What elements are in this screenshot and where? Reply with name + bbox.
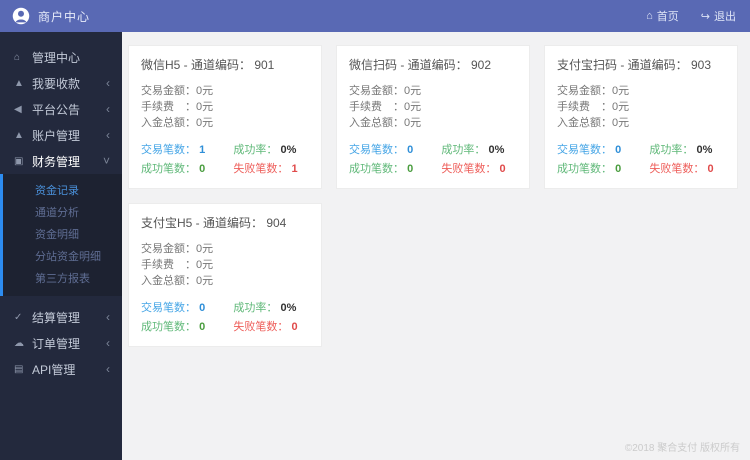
success-rate: 成功率： 0% — [649, 144, 713, 156]
fee-row: 手续费 ：0元 — [141, 259, 214, 271]
announcement-icon: ◀ — [14, 103, 22, 115]
fail-count: 失败笔数： 0 — [441, 163, 506, 175]
home-icon: ⌂ — [646, 10, 653, 22]
sidebar-item-label: 管理中心 — [32, 50, 81, 65]
amount-row: 交易金额：0元 — [557, 85, 630, 97]
deposit-row: 入金总额：0元 — [141, 117, 214, 129]
success-count: 成功笔数： 0 — [557, 163, 622, 175]
submenu-item-fund-records[interactable]: 资金记录 — [3, 180, 122, 202]
fail-count: 失败笔数： 0 — [233, 321, 298, 333]
sidebar-item-platform-announcement[interactable]: ◀ 平台公告 ‹ — [0, 96, 122, 122]
deposit-row: 入金总额：0元 — [141, 275, 214, 287]
nav-home-link[interactable]: ⌂ 首页 — [646, 8, 679, 24]
chevron-down-icon: ˅ — [102, 154, 110, 168]
sidebar-item-finance-management[interactable]: ▣ 财务管理 ˅ — [0, 148, 122, 174]
success-rate: 成功率： 0% — [233, 302, 297, 314]
collect-payment-icon: ▲ — [14, 77, 24, 89]
sidebar-item-label: 我要收款 — [32, 76, 81, 91]
sidebar-item-management-center[interactable]: ⌂ 管理中心 — [0, 44, 122, 70]
sidebar-item-settlement-management[interactable]: ✓ 结算管理 ‹ — [0, 304, 122, 330]
finance-icon: ▣ — [14, 155, 24, 167]
nav-logout-label: 退出 — [714, 11, 736, 23]
submenu-item-channel-analysis[interactable]: 通道分析 — [3, 202, 122, 224]
stats: 交易笔数： 0 成功率： 0% 成功笔数： 0 失败笔数： 0 — [141, 299, 309, 334]
brand: 商户中心 — [12, 7, 90, 25]
logout-icon: ↪ — [700, 10, 710, 23]
channel-card-wechat-qr: 微信扫码 - 通道编码： 902 交易金额：0元 手续费 ：0元 入金总额：0元… — [336, 45, 530, 189]
channel-card-alipay-h5: 支付宝H5 - 通道编码： 904 交易金额：0元 手续费 ：0元 入金总额：0… — [128, 203, 322, 347]
nav-home-label: 首页 — [656, 11, 679, 23]
top-nav: ⌂ 首页 ↪ 退出 — [646, 8, 736, 24]
tx-count: 交易笔数： 0 — [141, 302, 206, 314]
success-count: 成功笔数： 0 — [349, 163, 414, 175]
sidebar-item-order-management[interactable]: ☁ 订单管理 ‹ — [0, 330, 122, 356]
chevron-left-icon: ‹ — [106, 362, 110, 376]
dashboard-icon: ⌂ — [14, 51, 21, 63]
chevron-left-icon: ‹ — [106, 336, 110, 350]
app-title: 商户中心 — [38, 9, 91, 24]
success-rate: 成功率： 0% — [233, 144, 297, 156]
sidebar-item-label: 账户管理 — [32, 128, 81, 143]
deposit-row: 入金总额：0元 — [557, 117, 630, 129]
deposit-row: 入金总额：0元 — [349, 117, 422, 129]
account-icon: ▲ — [14, 129, 24, 141]
sidebar: ⌂ 管理中心 ▲ 我要收款 ‹ ◀ 平台公告 ‹ ▲ 账户管理 ‹ ▣ 财务管理… — [0, 32, 122, 460]
card-title: 微信H5 - 通道编码： 901 — [141, 58, 275, 72]
submenu-item-substation-fund-details[interactable]: 分站资金明细 — [3, 246, 122, 268]
sidebar-item-account-management[interactable]: ▲ 账户管理 ‹ — [0, 122, 122, 148]
fee-row: 手续费 ：0元 — [349, 101, 422, 113]
success-count: 成功笔数： 0 — [141, 163, 206, 175]
submenu-item-thirdparty-report[interactable]: 第三方报表 — [3, 268, 122, 290]
card-title: 支付宝扫码 - 通道编码： 903 — [557, 58, 712, 72]
tx-count: 交易笔数： 0 — [557, 144, 622, 156]
amount-row: 交易金额：0元 — [141, 243, 214, 255]
finance-submenu: 资金记录 通道分析 资金明细 分站资金明细 第三方报表 — [0, 174, 122, 296]
chevron-left-icon: ‹ — [106, 128, 110, 142]
main-content: 微信H5 - 通道编码： 901 交易金额：0元 手续费 ：0元 入金总额：0元… — [122, 32, 750, 460]
nav-logout-link[interactable]: ↪ 退出 — [701, 8, 736, 24]
top-header: 商户中心 ⌂ 首页 ↪ 退出 — [0, 0, 750, 32]
fee-row: 手续费 ：0元 — [141, 101, 214, 113]
copyright-text: ©2018 聚合支付 版权所有 — [624, 443, 740, 454]
sidebar-item-label: 平台公告 — [32, 102, 81, 117]
sidebar-item-label: 订单管理 — [32, 336, 81, 351]
chevron-left-icon: ‹ — [106, 310, 110, 324]
chevron-left-icon: ‹ — [106, 102, 110, 116]
channel-card-wechat-h5: 微信H5 - 通道编码： 901 交易金额：0元 手续费 ：0元 入金总额：0元… — [128, 45, 322, 189]
sidebar-item-collect-payment[interactable]: ▲ 我要收款 ‹ — [0, 70, 122, 96]
success-rate: 成功率： 0% — [441, 144, 505, 156]
fail-count: 失败笔数： 0 — [649, 163, 714, 175]
success-count: 成功笔数： 0 — [141, 321, 206, 333]
sidebar-item-label: 结算管理 — [32, 310, 81, 325]
channel-card-alipay-qr: 支付宝扫码 - 通道编码： 903 交易金额：0元 手续费 ：0元 入金总额：0… — [544, 45, 738, 189]
channel-cards: 微信H5 - 通道编码： 901 交易金额：0元 手续费 ：0元 入金总额：0元… — [128, 45, 746, 347]
settlement-check-icon: ✓ — [14, 311, 23, 323]
stats: 交易笔数： 0 成功率： 0% 成功笔数： 0 失败笔数： 0 — [557, 141, 725, 176]
amount-row: 交易金额：0元 — [141, 85, 214, 97]
submenu-item-fund-details[interactable]: 资金明细 — [3, 224, 122, 246]
api-icon: ▤ — [14, 363, 24, 375]
user-avatar-icon — [12, 7, 30, 25]
chevron-left-icon: ‹ — [106, 76, 110, 90]
sidebar-item-label: API管理 — [32, 362, 76, 377]
card-title: 微信扫码 - 通道编码： 902 — [349, 58, 492, 72]
tx-count: 交易笔数： 0 — [349, 144, 414, 156]
amount-row: 交易金额：0元 — [349, 85, 422, 97]
sidebar-item-label: 财务管理 — [32, 154, 81, 169]
fee-row: 手续费 ：0元 — [557, 101, 630, 113]
tx-count: 交易笔数： 1 — [141, 144, 206, 156]
sidebar-item-api-management[interactable]: ▤ API管理 ‹ — [0, 356, 122, 382]
fail-count: 失败笔数： 1 — [233, 163, 298, 175]
stats: 交易笔数： 1 成功率： 0% 成功笔数： 0 失败笔数： 1 — [141, 141, 309, 176]
order-cloud-icon: ☁ — [14, 337, 24, 349]
stats: 交易笔数： 0 成功率： 0% 成功笔数： 0 失败笔数： 0 — [349, 141, 517, 176]
card-title: 支付宝H5 - 通道编码： 904 — [141, 216, 287, 230]
